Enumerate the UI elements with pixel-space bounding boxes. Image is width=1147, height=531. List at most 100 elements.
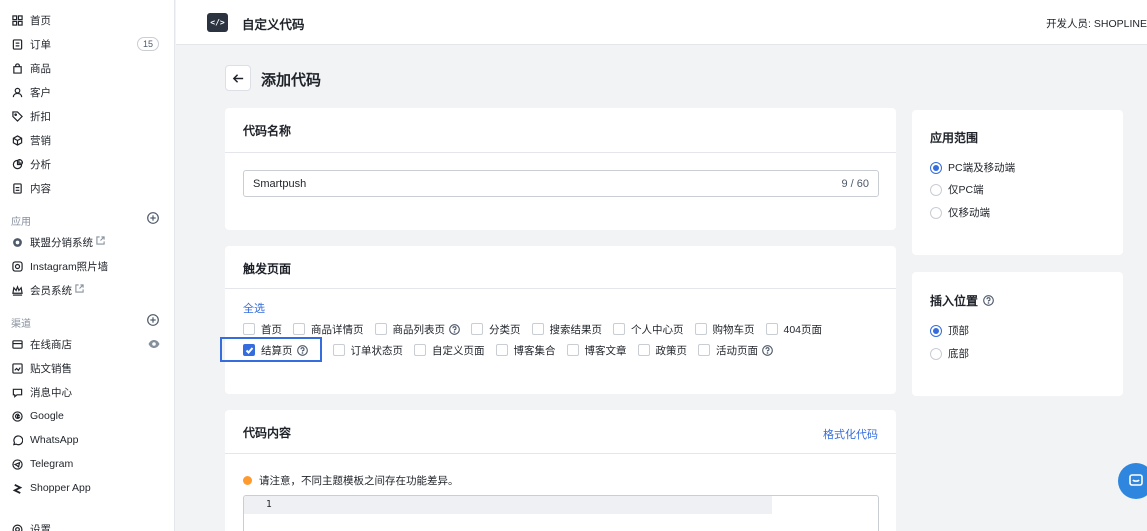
active-line [244,496,772,514]
sidebar-item-settings[interactable]: 设置 [0,518,174,531]
help-icon[interactable] [762,344,773,356]
affiliate-icon [11,236,23,248]
radio-top[interactable]: 顶部 [930,323,969,338]
checkbox-box [566,344,579,356]
telegram-icon [11,458,23,470]
sidebar-item-online-store[interactable]: 在线商店 [0,333,174,355]
checkbox-label: 博客文章 [584,344,627,357]
radio-unselected [930,183,942,196]
help-icon[interactable] [983,295,994,306]
checkbox-campaign[interactable]: 活动页面 [698,343,773,358]
message-icon [11,386,23,398]
sidebar-item-products[interactable]: 商品 [0,57,174,79]
help-icon[interactable] [449,323,460,335]
radio-label: 仅PC端 [948,184,984,196]
add-app-icon[interactable] [147,212,159,224]
sidebar-item-label: 首页 [30,14,51,27]
sidebar-item-message-center[interactable]: 消息中心 [0,381,174,403]
google-icon [11,410,23,422]
checkbox-product-detail[interactable]: 商品详情页 [293,322,364,337]
trigger-row-2: 结算页 订单状态页 自定义页面 博客集合 博客文章 政策页 活动页面 [243,342,784,358]
checkbox-category[interactable]: 分类页 [471,322,521,337]
checkbox-custom-page[interactable]: 自定义页面 [414,343,485,358]
sidebar-item-marketing[interactable]: 营销 [0,129,174,151]
format-code-link[interactable]: 格式化代码 [823,426,878,442]
line-number: 1 [266,499,272,510]
code-editor[interactable]: 1 [243,495,879,531]
sidebar-item-home[interactable]: 首页 [0,9,174,31]
sidebar-item-post-sales[interactable]: 贴文销售 [0,357,174,379]
sidebar-item-label: 订单 [30,38,51,51]
radio-bottom[interactable]: 底部 [930,346,969,361]
checkbox-box [293,323,305,335]
checkbox-label: 订单状态页 [350,344,404,357]
checkbox-label: 404页面 [783,323,823,336]
apps-section-label: 应用 [11,217,31,228]
checkbox-blog-post[interactable]: 博客文章 [566,343,627,358]
sidebar-item-content[interactable]: 内容 [0,177,174,199]
sidebar-item-customers[interactable]: 客户 [0,81,174,103]
sidebar-item-instagram[interactable]: Instagram照片墙 [0,255,174,277]
checkbox-blog-collection[interactable]: 博客集合 [495,343,556,358]
checkbox-box [243,323,255,335]
sidebar-item-affiliate[interactable]: 联盟分销系统 [0,231,174,253]
checkbox-cart[interactable]: 购物车页 [694,322,755,337]
sidebar-item-orders[interactable]: 订单 15 [0,33,174,55]
sidebar-item-label: 在线商店 [30,338,72,351]
sidebar-item-label: 折扣 [30,110,51,123]
code-icon: </> [207,13,228,32]
external-link-icon [96,236,105,248]
sidebar-item-label: Google [30,410,64,422]
checkbox-policy[interactable]: 政策页 [637,343,687,358]
top-bar: </> 自定义代码 开发人员: SHOPLINE [176,0,1147,45]
sidebar-item-telegram[interactable]: Telegram [0,453,174,475]
radio-pc-only[interactable]: 仅PC端 [930,182,984,197]
code-name-title: 代码名称 [243,124,292,138]
checkbox-404[interactable]: 404页面 [765,322,823,337]
store-icon [11,338,23,350]
checkbox-home[interactable]: 首页 [243,322,282,337]
radio-label: PC端及移动端 [948,162,1016,174]
checkbox-box [531,323,544,335]
checkbox-box [471,323,483,335]
sidebar-item-whatsapp[interactable]: WhatsApp [0,429,174,451]
checkbox-product-list[interactable]: 商品列表页 [374,322,461,337]
scope-card: 应用范围 PC端及移动端 仅PC端 仅移动端 [912,110,1123,255]
checkbox-search-results[interactable]: 搜索结果页 [531,322,602,337]
checkbox-account[interactable]: 个人中心页 [613,322,684,337]
chat-support-button[interactable] [1118,463,1147,499]
sidebar: 首页 订单 15 商品 客户 折扣 营销 分析 内容 应用 联盟分销系统 Ins… [0,0,175,531]
shopper-icon [11,482,23,494]
sidebar-item-membership[interactable]: 会员系统 [0,279,174,301]
radio-pc-mobile[interactable]: PC端及移动端 [930,160,1015,175]
trigger-row-1: 首页 商品详情页 商品列表页 分类页 搜索结果页 个人中心页 购物车页 404页… [243,321,833,337]
sidebar-item-google[interactable]: Google [0,405,174,427]
checkbox-box [637,344,650,356]
bag-icon [11,62,23,74]
radio-label: 顶部 [948,325,969,337]
sidebar-item-discounts[interactable]: 折扣 [0,105,174,127]
code-name-input[interactable]: Smartpush 9 / 60 [243,170,879,197]
sidebar-item-label: 贴文销售 [30,362,72,375]
channels-section-label: 渠道 [11,319,31,330]
checkbox-box [495,344,508,356]
gear-icon [11,523,23,531]
select-all-link[interactable]: 全选 [243,300,265,316]
checkbox-box [332,344,345,356]
sidebar-item-label: 消息中心 [30,386,72,399]
sidebar-item-label: 设置 [30,523,51,531]
insert-position-title-text: 插入位置 [930,294,979,308]
sidebar-item-label: 会员系统 [30,284,72,297]
sidebar-item-analytics[interactable]: 分析 [0,153,174,175]
add-channel-icon[interactable] [147,314,159,326]
insert-position-title: 插入位置 [930,292,994,309]
arrow-left-icon [232,73,243,83]
back-button[interactable] [225,65,251,91]
chat-icon [1129,474,1143,486]
sidebar-item-shopper-app[interactable]: Shopper App [0,477,174,499]
warning-dot-icon [243,476,252,485]
sidebar-item-label: 客户 [30,86,51,99]
checkbox-order-status[interactable]: 订单状态页 [332,343,404,358]
radio-mobile-only[interactable]: 仅移动端 [930,205,990,220]
eye-icon[interactable] [148,338,160,353]
